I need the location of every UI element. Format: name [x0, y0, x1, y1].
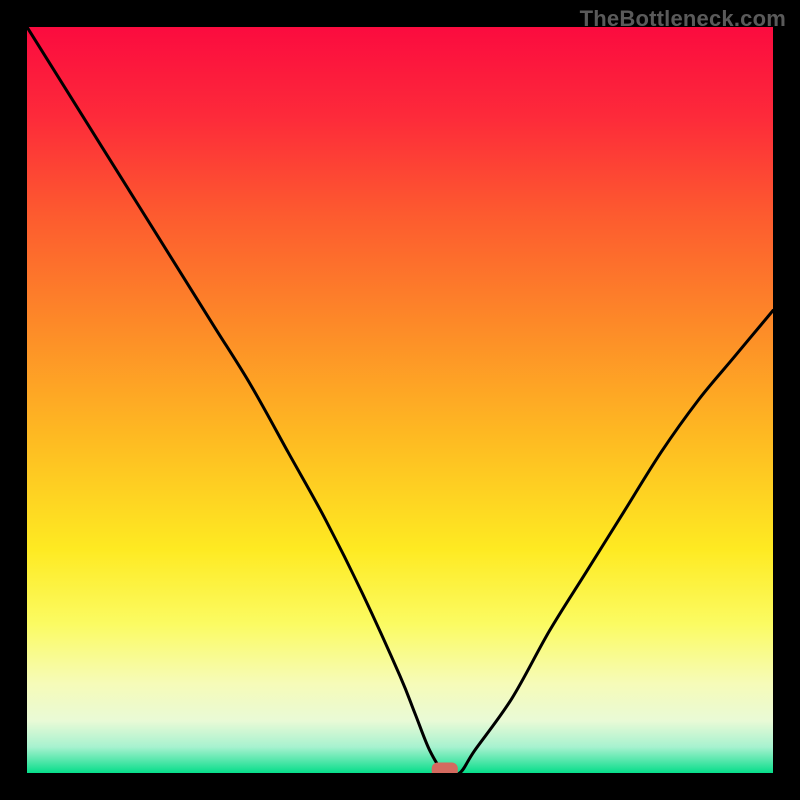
minimum-marker [432, 763, 458, 774]
chart-frame: TheBottleneck.com [0, 0, 800, 800]
plot-area [27, 27, 773, 773]
gradient-background [27, 27, 773, 773]
chart-svg [27, 27, 773, 773]
